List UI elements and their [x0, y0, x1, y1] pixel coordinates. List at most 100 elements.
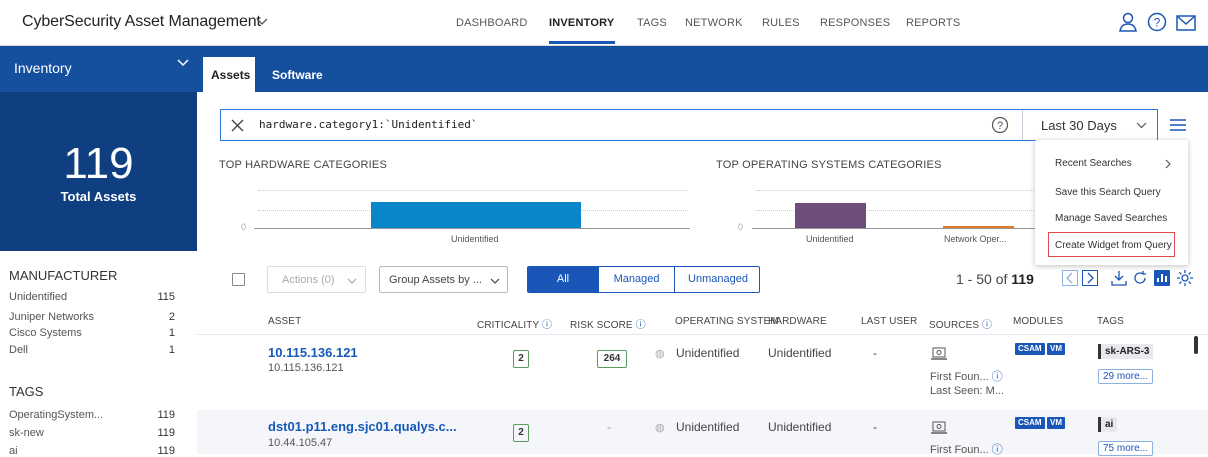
bar-hardware-unidentified[interactable] — [371, 202, 581, 228]
total-assets-panel: 119 Total Assets — [0, 92, 197, 251]
facet-name: Unidentified — [9, 291, 68, 303]
facet-count: 119 — [157, 427, 175, 439]
download-icon[interactable] — [1111, 270, 1127, 286]
nav-rules[interactable]: RULES — [762, 17, 800, 29]
close-icon[interactable] — [231, 119, 244, 132]
help-icon[interactable]: ? — [991, 116, 1009, 134]
nav-inventory[interactable]: INVENTORY — [549, 17, 614, 29]
facet-row[interactable]: sk-new 119 — [9, 427, 185, 439]
prev-page-icon[interactable] — [1062, 270, 1078, 286]
bar-os-unidentified[interactable] — [795, 203, 866, 228]
col-modules[interactable]: MODULES — [1013, 316, 1063, 327]
nav-network[interactable]: NETWORK — [685, 17, 743, 29]
svg-text:?: ? — [1153, 16, 1160, 30]
search-input[interactable]: hardware.category1:`Unidentified` — [259, 118, 478, 131]
asset-link[interactable]: 10.115.136.121 — [268, 345, 358, 360]
laptop-icon[interactable] — [931, 421, 947, 435]
x-tick-label: Unidentified — [806, 234, 854, 244]
main-header — [197, 46, 1208, 92]
filter-all[interactable]: All — [528, 267, 598, 292]
info-icon[interactable]: ⓘ — [992, 444, 1003, 456]
asset-ip: 10.115.136.121 — [268, 362, 344, 374]
filter-unmanaged[interactable]: Unmanaged — [674, 267, 759, 292]
date-range-select[interactable]: Last 30 Days — [1041, 118, 1117, 133]
tag-chip[interactable]: sk-ARS-3 — [1098, 344, 1154, 359]
col-asset[interactable]: ASSET — [268, 316, 301, 327]
pagination-info: 1 - 50 of 119 — [956, 271, 1034, 287]
select-all-checkbox[interactable] — [232, 273, 245, 286]
last-user-cell: - — [873, 346, 877, 360]
total-assets-label: Total Assets — [60, 189, 137, 204]
nav-active-indicator — [549, 41, 615, 44]
actions-button[interactable]: Actions (0) — [267, 266, 366, 293]
module-badge-vm: VM — [1047, 343, 1065, 355]
first-found-text: First Foun... — [930, 444, 989, 456]
facet-row[interactable]: Dell 1 — [9, 344, 185, 356]
asset-link[interactable]: dst01.p11.eng.sjc01.qualys.c... — [268, 419, 457, 434]
facet-row[interactable]: ai 119 — [9, 445, 185, 457]
col-risk-label: RISK SCORE — [570, 320, 633, 331]
chevron-down-icon[interactable] — [177, 59, 189, 67]
help-icon[interactable]: ? — [1147, 12, 1167, 32]
sidebar-header[interactable]: Inventory — [0, 46, 197, 92]
nav-responses[interactable]: RESPONSES — [820, 17, 890, 29]
facet-name: Dell — [9, 344, 28, 356]
pager-range: 1 - 50 of — [956, 271, 1008, 287]
tab-assets[interactable]: Assets — [203, 57, 255, 92]
facet-count: 119 — [157, 409, 175, 421]
col-criticality[interactable]: CRITICALITY ⓘ — [477, 316, 552, 331]
source-first-found: First Foun... ⓘ — [930, 368, 1003, 384]
settings-icon[interactable] — [1176, 269, 1194, 287]
facet-row[interactable]: Cisco Systems 1 — [9, 327, 185, 339]
user-icon[interactable] — [1119, 12, 1138, 32]
asset-filter-toggle: All Managed Unmanaged — [527, 266, 760, 293]
menu-create-widget[interactable]: Create Widget from Query — [1055, 240, 1172, 251]
nav-reports[interactable]: REPORTS — [906, 17, 960, 29]
group-by-label: Group Assets by ... — [389, 274, 482, 286]
facet-count: 2 — [168, 311, 175, 323]
facet-row[interactable]: OperatingSystem... 119 — [9, 409, 185, 421]
facet-count: 115 — [157, 291, 175, 303]
nav-dashboard[interactable]: DASHBOARD — [456, 17, 527, 29]
chart-icon[interactable] — [1154, 270, 1170, 286]
top-icons: ? — [1119, 12, 1196, 35]
chevron-right-icon — [1165, 159, 1171, 169]
facet-row[interactable]: Juniper Networks 2 — [9, 311, 185, 323]
scrollbar-thumb[interactable] — [1194, 336, 1198, 354]
menu-manage-searches[interactable]: Manage Saved Searches — [1055, 213, 1167, 224]
col-os[interactable]: OPERATING SYSTEM — [675, 316, 779, 327]
query-menu: Recent Searches Save this Search Query M… — [1035, 140, 1188, 265]
refresh-icon[interactable] — [1132, 270, 1148, 286]
chevron-down-icon[interactable] — [256, 18, 268, 26]
col-tags[interactable]: TAGS — [1097, 316, 1124, 327]
hardware-cell: Unidentified — [768, 346, 832, 360]
tab-software[interactable]: Software — [272, 68, 323, 82]
search-bar: hardware.category1:`Unidentified` ? Last… — [220, 109, 1158, 141]
next-page-icon[interactable] — [1082, 270, 1098, 286]
facet-name: OperatingSystem... — [9, 409, 104, 421]
last-user-cell: - — [873, 420, 877, 434]
menu-save-query[interactable]: Save this Search Query — [1055, 187, 1161, 198]
col-sources[interactable]: SOURCES ⓘ — [929, 316, 992, 331]
col-risk-score[interactable]: RISK SCORE ⓘ — [570, 316, 646, 331]
facet-row[interactable]: Unidentified 115 — [9, 291, 185, 303]
menu-recent-searches[interactable]: Recent Searches — [1055, 158, 1132, 169]
chevron-down-icon[interactable] — [1136, 122, 1147, 129]
tags-heading: TAGS — [9, 384, 44, 399]
facet-name: sk-new — [9, 427, 44, 439]
mail-icon[interactable] — [1176, 14, 1196, 32]
x-axis — [752, 228, 1036, 229]
filter-managed[interactable]: Managed — [598, 267, 674, 292]
more-tags-link[interactable]: 29 more... — [1098, 369, 1154, 384]
col-last-user[interactable]: LAST USER — [861, 316, 917, 327]
module-badge-vm: VM — [1047, 417, 1065, 429]
info-icon[interactable]: ⓘ — [992, 371, 1003, 383]
col-hardware[interactable]: HARDWARE — [768, 316, 827, 327]
tag-chip[interactable]: ai — [1098, 417, 1118, 432]
group-by-select[interactable]: Group Assets by ... — [379, 266, 508, 293]
bar-os-network[interactable] — [943, 226, 1014, 228]
info-icon: ⓘ — [982, 320, 993, 331]
nav-tags[interactable]: TAGS — [637, 17, 667, 29]
menu-icon[interactable] — [1169, 118, 1187, 132]
laptop-icon[interactable] — [931, 347, 947, 361]
